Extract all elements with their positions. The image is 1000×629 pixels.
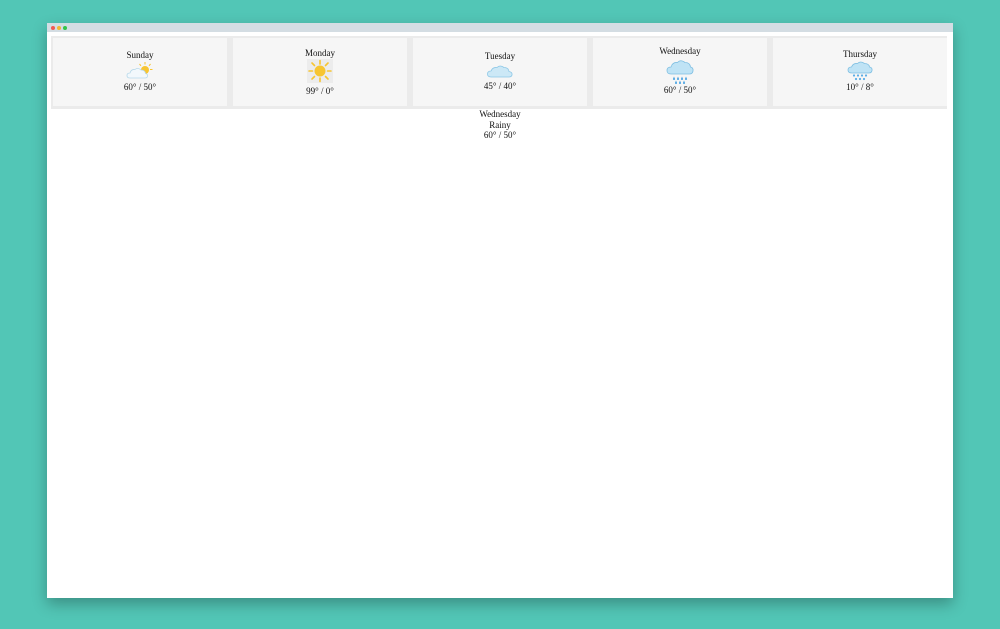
partly-cloudy-icon bbox=[126, 62, 153, 79]
selected-day-temperature: 60° / 50° bbox=[483, 130, 517, 140]
maximize-window-button[interactable] bbox=[63, 25, 67, 30]
selected-day-condition: Rainy bbox=[489, 119, 511, 130]
day-card-wednesday[interactable]: Wednesday 60° / 50° bbox=[593, 38, 767, 106]
day-card-sunday[interactable]: Sunday 60° / 50° bbox=[53, 38, 227, 106]
sunny-icon bbox=[307, 59, 333, 83]
day-temperature: 10° / 8° bbox=[846, 82, 874, 92]
day-temperature: 45° / 40° bbox=[483, 81, 517, 91]
selected-day-name: Wednesday bbox=[479, 109, 521, 119]
day-name: Monday bbox=[305, 48, 335, 58]
selected-day-detail: Wednesday Rainy 60° / 50° bbox=[47, 109, 953, 141]
close-window-button[interactable] bbox=[51, 25, 55, 30]
day-name: Tuesday bbox=[484, 51, 516, 61]
window-titlebar bbox=[47, 23, 953, 32]
minimize-window-button[interactable] bbox=[57, 25, 61, 30]
day-temperature: 60° / 50° bbox=[123, 82, 157, 92]
snowy-icon bbox=[847, 61, 873, 81]
day-temperature: 99° / 0° bbox=[306, 86, 334, 96]
forecast-strip: Sunday 60° / 50° Monday 99° / 0° Tuesday… bbox=[51, 36, 947, 109]
day-card-thursday[interactable]: Thursday 10° / 8° bbox=[773, 38, 947, 106]
day-card-tuesday[interactable]: Tuesday 45° / 40° bbox=[413, 38, 587, 106]
browser-window: Sunday 60° / 50° Monday 99° / 0° Tuesday… bbox=[47, 23, 953, 598]
day-name: Sunday bbox=[126, 50, 154, 60]
day-card-monday[interactable]: Monday 99° / 0° bbox=[233, 38, 407, 106]
day-name: Thursday bbox=[843, 49, 877, 59]
cloudy-icon bbox=[487, 65, 513, 78]
day-temperature: 60° / 50° bbox=[663, 85, 697, 95]
rainy-icon bbox=[666, 60, 694, 84]
day-name: Wednesday bbox=[659, 46, 701, 56]
